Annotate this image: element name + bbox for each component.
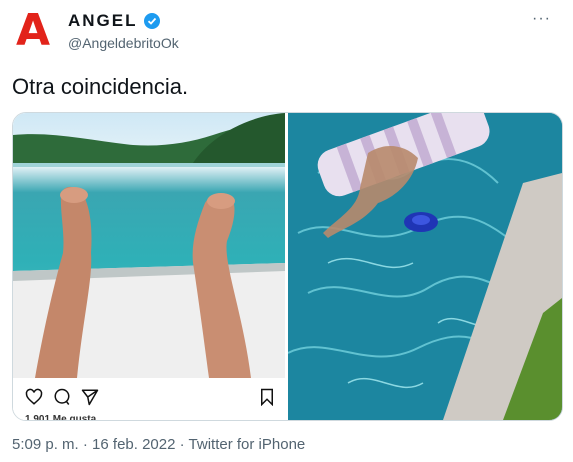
- tweet-source[interactable]: Twitter for iPhone: [189, 436, 306, 453]
- likes-count: 1,901 Me gusta: [25, 414, 97, 420]
- meta-separator: ·: [82, 436, 88, 453]
- instagram-action-bar: 1,901 Me gusta: [13, 378, 285, 420]
- meta-separator: ·: [179, 436, 185, 453]
- share-icon: [81, 389, 99, 406]
- avatar-letter: A: [15, 5, 51, 56]
- verified-badge-icon: [143, 13, 160, 29]
- user-handle[interactable]: @AngeldebritoOk: [68, 35, 179, 51]
- tweet-time[interactable]: 5:09 p. m.: [12, 436, 79, 453]
- heart-icon: [25, 388, 43, 405]
- tweet-date[interactable]: 16 feb. 2022: [92, 436, 175, 453]
- instagram-post-screenshot[interactable]: 1,901 Me gusta: [13, 113, 285, 420]
- avatar[interactable]: A: [12, 5, 54, 56]
- pool-photo[interactable]: [288, 113, 562, 420]
- tweet-media[interactable]: 1,901 Me gusta: [12, 112, 563, 421]
- infinity-pool-legs-photo: [13, 113, 285, 378]
- tweet-text: Otra coincidencia.: [12, 74, 189, 99]
- comment-icon: [54, 388, 70, 405]
- user-info[interactable]: ANGEL @AngeldebritoOk: [68, 11, 179, 51]
- bookmark-icon: [261, 388, 273, 406]
- more-options-icon[interactable]: ···: [532, 10, 551, 28]
- tweet-metadata: 5:09 p. m. · 16 feb. 2022 · Twitter for …: [12, 436, 305, 453]
- display-name[interactable]: ANGEL: [68, 11, 138, 31]
